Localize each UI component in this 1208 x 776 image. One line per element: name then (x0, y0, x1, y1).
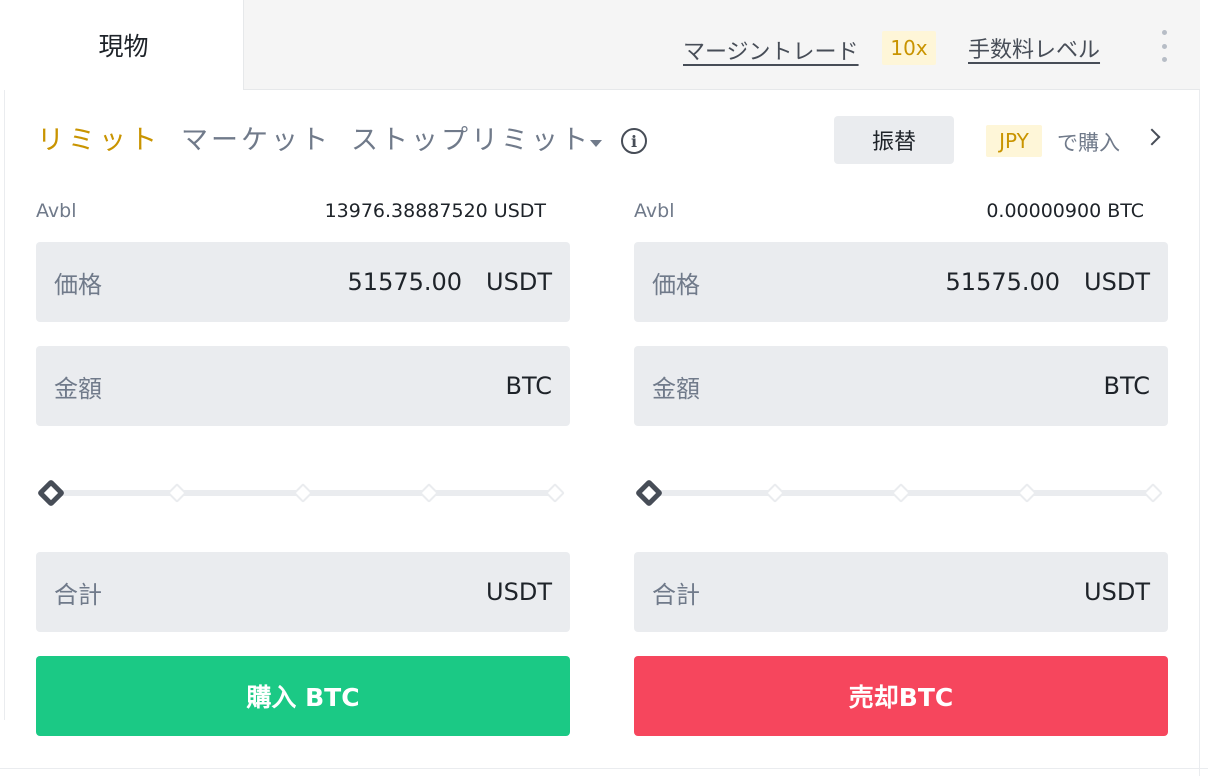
sell-price-label: 価格 (652, 270, 700, 299)
sell-amount-unit: BTC (1103, 372, 1150, 400)
sell-total-label: 合計 (652, 580, 700, 609)
sell-percent-slider[interactable] (634, 478, 1168, 510)
buy-available: Avbl 13976.38887520 USDT (36, 196, 570, 226)
sell-amount-input[interactable]: 金額 BTC (634, 346, 1168, 426)
leverage-badge: 10x (882, 31, 936, 65)
tab-spot[interactable]: 現物 (4, 0, 244, 90)
sell-amount-label: 金額 (652, 374, 700, 403)
sell-avbl-label: Avbl (634, 200, 675, 222)
buy-panel: Avbl 13976.38887520 USDT 価格 51575.00 USD… (36, 196, 570, 736)
buy-total-unit: USDT (486, 578, 552, 606)
buy-with-fiat-link[interactable]: で購入 (1057, 127, 1120, 157)
buy-amount-input[interactable]: 金額 BTC (36, 346, 570, 426)
sell-available: Avbl 0.00000900 BTC (634, 196, 1168, 226)
slider-step-25[interactable] (765, 483, 785, 503)
chevron-down-icon[interactable] (590, 140, 602, 147)
sell-avbl-value: 0.00000900 BTC (986, 200, 1144, 222)
tab-bar-background: マージントレード 10x 手数料レベル (244, 0, 1200, 90)
buy-price-unit: USDT (486, 268, 552, 296)
sell-panel: Avbl 0.00000900 BTC 価格 51575.00 USDT 金額 … (634, 196, 1168, 736)
panel-left-border (4, 90, 5, 720)
fee-level-link[interactable]: 手数料レベル (968, 32, 1100, 64)
buy-avbl-label: Avbl (36, 200, 77, 222)
order-type-selector: リミット マーケット ストップリミット i (37, 118, 647, 157)
buy-percent-slider[interactable] (36, 478, 570, 510)
chevron-right-icon[interactable] (1143, 128, 1161, 146)
buy-btc-button[interactable]: 購入 BTC (36, 656, 570, 736)
sell-price-value[interactable]: 51575.00 (946, 268, 1061, 296)
jpy-currency-badge[interactable]: JPY (986, 125, 1042, 157)
order-type-limit[interactable]: リミット (37, 118, 161, 157)
margin-trade-link[interactable]: マージントレード (683, 34, 859, 66)
sell-total-input[interactable]: 合計 USDT (634, 552, 1168, 632)
order-type-market[interactable]: マーケット (181, 118, 331, 157)
top-tab-bar: マージントレード 10x 手数料レベル 現物 (0, 0, 1200, 90)
more-options-icon[interactable] (1152, 28, 1176, 64)
buy-price-label: 価格 (54, 270, 102, 299)
slider-step-75[interactable] (419, 483, 439, 503)
info-icon[interactable]: i (621, 128, 647, 154)
buy-total-label: 合計 (54, 580, 102, 609)
slider-step-100[interactable] (545, 483, 565, 503)
transfer-button[interactable]: 振替 (834, 116, 954, 164)
sell-price-unit: USDT (1084, 268, 1150, 296)
buy-amount-label: 金額 (54, 374, 102, 403)
slider-step-50[interactable] (891, 483, 911, 503)
buy-avbl-value: 13976.38887520 USDT (324, 200, 546, 222)
slider-step-75[interactable] (1017, 483, 1037, 503)
slider-step-50[interactable] (293, 483, 313, 503)
sell-btc-button[interactable]: 売却BTC (634, 656, 1168, 736)
slider-step-100[interactable] (1143, 483, 1163, 503)
buy-price-input[interactable]: 価格 51575.00 USDT (36, 242, 570, 322)
buy-price-value[interactable]: 51575.00 (348, 268, 463, 296)
order-type-stop-limit[interactable]: ストップリミット (351, 118, 591, 157)
slider-step-25[interactable] (167, 483, 187, 503)
slider-handle[interactable] (36, 478, 66, 508)
sell-total-unit: USDT (1084, 578, 1150, 606)
buy-total-input[interactable]: 合計 USDT (36, 552, 570, 632)
sell-price-input[interactable]: 価格 51575.00 USDT (634, 242, 1168, 322)
slider-handle[interactable] (634, 478, 664, 508)
panel-right-border (1199, 90, 1200, 776)
panel-bottom-border (0, 768, 1208, 769)
buy-amount-unit: BTC (505, 372, 552, 400)
